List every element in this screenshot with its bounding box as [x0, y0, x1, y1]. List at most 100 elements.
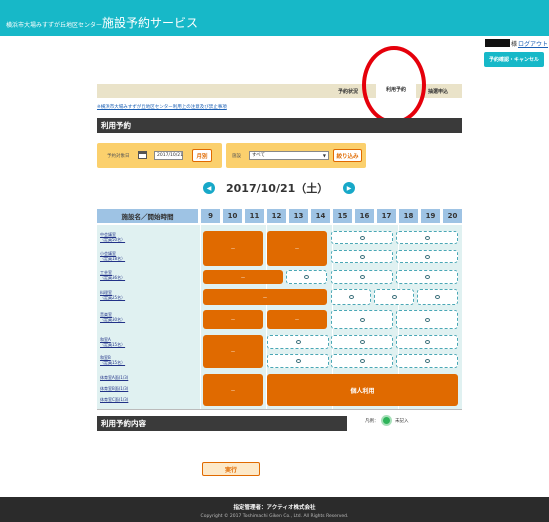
- hour-header: 11: [245, 209, 264, 223]
- available-icon: [424, 340, 430, 344]
- available-icon: [359, 275, 365, 279]
- available-icon: [348, 295, 354, 299]
- available-slot[interactable]: [331, 310, 393, 329]
- date-label: 予約対象日: [107, 154, 130, 159]
- available-slot[interactable]: [331, 289, 371, 305]
- available-slot[interactable]: [331, 250, 393, 263]
- hour-header: 15: [333, 209, 352, 223]
- available-icon: [295, 340, 301, 344]
- booked-slot: －: [203, 289, 327, 305]
- available-icon: [359, 254, 365, 259]
- booked-slot: －: [203, 231, 263, 266]
- facility-capacity: （定員36名）: [100, 275, 126, 280]
- booked-mark: －: [230, 387, 236, 394]
- available-icon: [424, 254, 430, 259]
- available-slot[interactable]: [396, 310, 458, 329]
- facility-row-label[interactable]: 工芸室 （定員36名）: [100, 270, 125, 280]
- prev-day-button[interactable]: ◀: [203, 182, 215, 194]
- booked-mark: －: [230, 349, 236, 355]
- personal-use-slot: 個人利用: [267, 374, 458, 406]
- reservation-confirm-button[interactable]: 予約確認・キャンセル: [484, 52, 544, 67]
- legend-label: 凡例：: [365, 419, 379, 424]
- section-title: 利用予約: [101, 121, 131, 130]
- booked-slot: －: [203, 310, 263, 329]
- available-icon: [295, 359, 301, 363]
- facility-row-label[interactable]: 体育室B面(1/3): [100, 386, 128, 391]
- hour-header: 10: [223, 209, 242, 223]
- available-icon: [359, 340, 365, 344]
- facility-select-value: すべて: [252, 153, 266, 158]
- available-slot[interactable]: [396, 250, 458, 263]
- available-slot[interactable]: [331, 270, 393, 284]
- available-slot[interactable]: [374, 289, 414, 305]
- tab-lottery-application[interactable]: 抽選申込: [418, 84, 458, 98]
- tab-reservation-status[interactable]: 予約状況: [328, 84, 368, 98]
- facility-capacity: （定員15名）: [100, 342, 126, 347]
- logout-link[interactable]: ログアウト: [518, 39, 548, 48]
- facility-capacity: （定員30名）: [100, 317, 126, 322]
- calendar-icon[interactable]: [138, 151, 147, 159]
- execute-button[interactable]: 実行: [202, 462, 260, 476]
- section2-title-bar: 利用予約内容: [97, 416, 347, 431]
- tab-usage-reservation[interactable]: 利用予約: [376, 80, 416, 98]
- facility-row-label[interactable]: 体育室A面(1/3): [100, 375, 128, 380]
- available-slot[interactable]: [396, 335, 458, 349]
- hour-header: 16: [355, 209, 374, 223]
- facility-row-label[interactable]: 和室A （定員15名）: [100, 337, 125, 347]
- hour-header: 19: [421, 209, 440, 223]
- narrow-down-button[interactable]: 絞り込み: [333, 149, 362, 162]
- facility-row-label[interactable]: 中会議室 （定員50名）: [100, 232, 125, 242]
- booked-mark: －: [230, 317, 236, 323]
- facility-row-label[interactable]: 和室B （定員15名）: [100, 355, 125, 365]
- app-title-prefix: 横浜市大場みすずが丘地区センター: [6, 22, 103, 29]
- available-slot[interactable]: [396, 270, 458, 284]
- facility-row-label[interactable]: 体育室C面(1/3): [100, 397, 128, 402]
- month-button[interactable]: 月別: [192, 149, 212, 162]
- available-icon: [391, 295, 397, 299]
- facility-column-header: 施設名／開始時間: [97, 209, 198, 223]
- booked-mark: －: [230, 246, 236, 252]
- facility-name: 体育室B面(1/3): [100, 386, 129, 391]
- facility-row-label[interactable]: 料理室 （定員25名）: [100, 290, 125, 300]
- hour-header: 20: [443, 209, 462, 223]
- booked-mark: －: [294, 317, 300, 323]
- available-slot[interactable]: [331, 231, 393, 244]
- facility-name: 体育室C面(1/3): [100, 397, 129, 402]
- date-input[interactable]: 2017/10/21: [154, 151, 183, 160]
- hour-header: 14: [311, 209, 330, 223]
- user-name-suffix: 様: [511, 41, 518, 48]
- user-name-redacted: [485, 39, 510, 47]
- hour-header: 18: [399, 209, 418, 223]
- available-slot[interactable]: [286, 270, 327, 284]
- facility-row-label[interactable]: 音楽室 （定員30名）: [100, 312, 125, 322]
- legend-text: 未記入: [395, 419, 409, 424]
- available-icon: [359, 235, 365, 240]
- current-date: 2017/10/21（土）: [226, 182, 329, 195]
- available-slot[interactable]: [417, 289, 458, 305]
- next-day-button[interactable]: ▶: [343, 182, 355, 194]
- available-slot[interactable]: [331, 335, 393, 349]
- available-slot[interactable]: [267, 354, 329, 368]
- available-slot[interactable]: [396, 354, 458, 368]
- hour-header: 17: [377, 209, 396, 223]
- booked-slot: －: [267, 310, 327, 329]
- hour-header: 12: [267, 209, 286, 223]
- section-title-bar: 利用予約: [97, 118, 462, 133]
- available-slot[interactable]: [267, 335, 329, 349]
- available-slot[interactable]: [396, 231, 458, 244]
- facility-select[interactable]: すべて ▼: [249, 151, 329, 160]
- usage-notice-link[interactable]: ※横浜市大場みすずが丘地区センター利用上の注意及び禁止事項: [97, 104, 227, 110]
- available-icon: [424, 235, 430, 240]
- app-title-main: 施設予約サービス: [102, 16, 199, 30]
- app-title: 横浜市大場みすずが丘地区センター施設予約サービス: [6, 12, 198, 31]
- available-slot[interactable]: [331, 354, 393, 368]
- footer-copyright: Copyright © 2017 Toshimachi Giken Co., L…: [200, 514, 349, 519]
- facility-row-label[interactable]: 小会議室 （定員18名）: [100, 251, 125, 261]
- available-icon: [424, 317, 430, 322]
- facility-capacity: （定員15名）: [100, 360, 126, 365]
- facility-name: 体育室A面(1/3): [100, 375, 129, 380]
- available-icon: [435, 295, 440, 299]
- booked-slot: －: [267, 231, 327, 266]
- section2-title: 利用予約内容: [101, 419, 146, 428]
- booked-slot: －: [203, 335, 263, 368]
